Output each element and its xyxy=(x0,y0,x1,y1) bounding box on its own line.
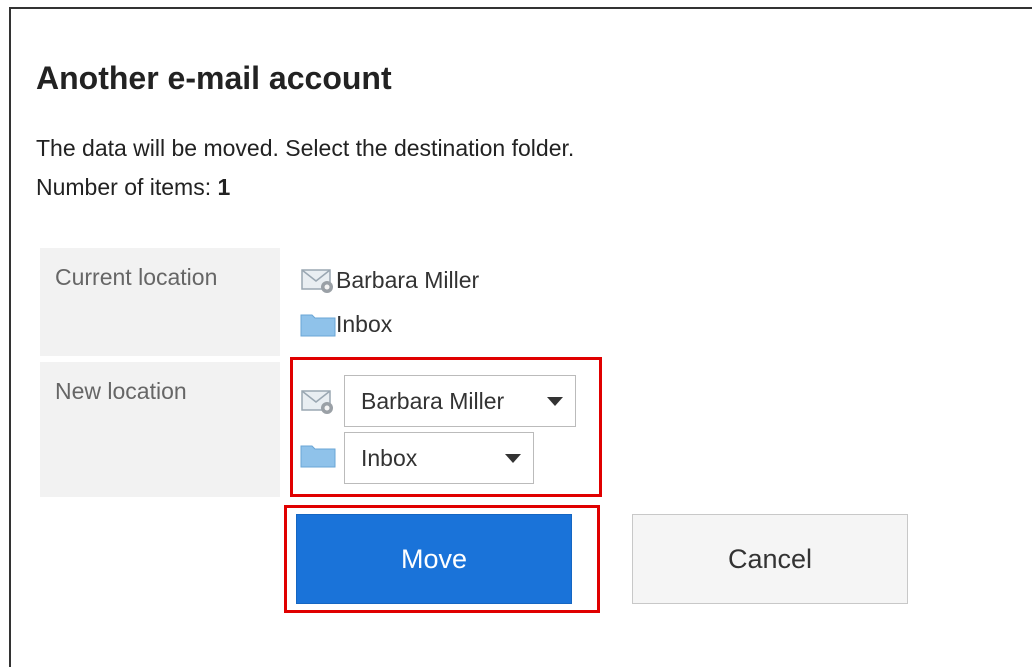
current-folder-name: Inbox xyxy=(336,310,393,337)
move-button-highlight xyxy=(284,505,600,613)
new-location-label: New location xyxy=(40,362,280,497)
dialog-message: The data will be moved. Select the desti… xyxy=(36,135,575,161)
item-count-label: Number of items: xyxy=(36,174,212,200)
item-count-value: 1 xyxy=(217,174,231,200)
mail-account-icon xyxy=(301,269,333,293)
item-count: Number of items: 1 xyxy=(36,174,230,201)
folder-icon xyxy=(300,314,336,337)
current-folder: Inbox xyxy=(300,308,392,340)
current-account-name: Barbara Miller xyxy=(336,266,480,293)
dialog-title: Another e-mail account xyxy=(36,60,392,96)
new-location-highlight xyxy=(290,357,602,497)
current-account: Barbara Miller xyxy=(300,264,479,296)
cancel-button[interactable]: Cancel xyxy=(632,514,908,604)
current-location-label: Current location xyxy=(40,248,280,356)
